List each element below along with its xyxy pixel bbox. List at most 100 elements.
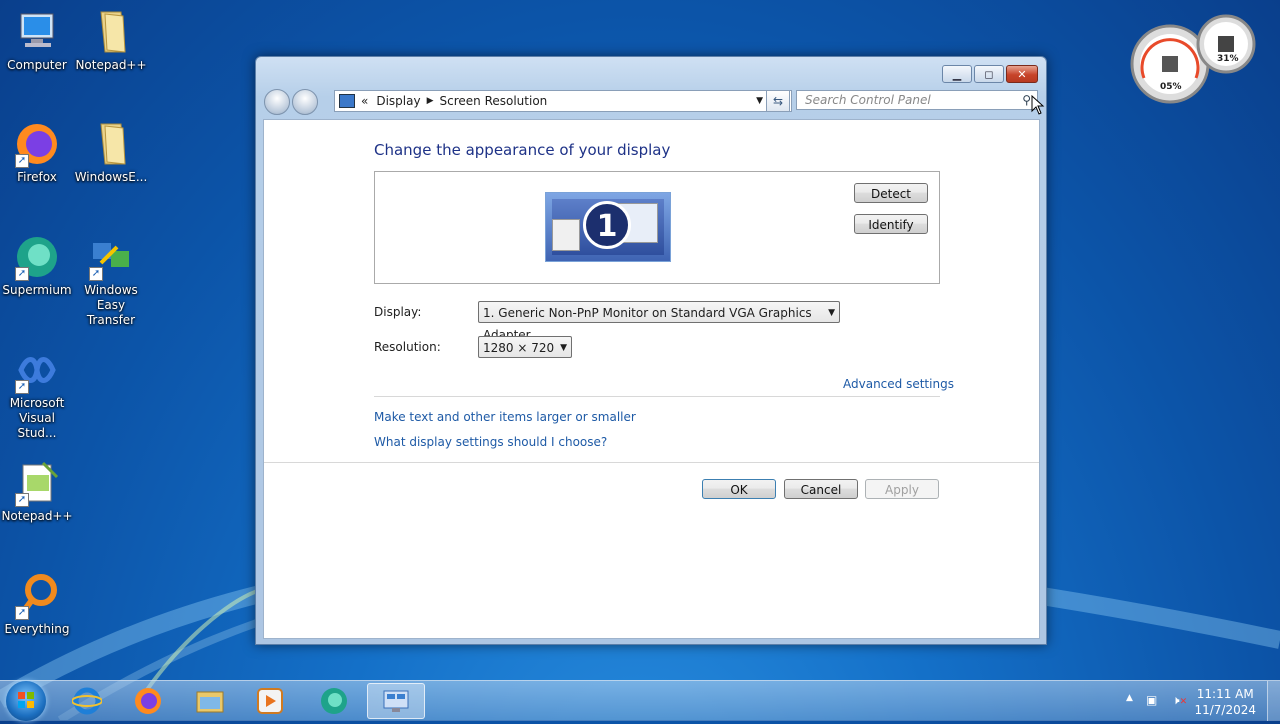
monitor-preview-area: 1 Detect Identify [374, 171, 940, 284]
everything-search-icon: ➚ [13, 572, 61, 620]
taskbar-control-panel[interactable] [367, 683, 425, 719]
desktop-icon-label: Notepad++ [75, 58, 147, 72]
maximize-icon: ◻ [984, 67, 994, 81]
start-button[interactable] [6, 681, 46, 721]
resolution-selected-value: 1280 × 720 [483, 341, 555, 355]
content-pane: Change the appearance of your display 1 … [263, 119, 1040, 639]
desktop-icon-supermium[interactable]: ➚ Supermium [0, 233, 74, 298]
cpu-usage-text: 05% [1160, 82, 1182, 92]
monitor-1-thumbnail[interactable]: 1 [545, 192, 671, 262]
desktop-icon-label: Notepad++ [1, 509, 73, 523]
shortcut-arrow-icon: ➚ [15, 154, 29, 168]
control-panel-icon [339, 94, 355, 108]
supermium-icon [321, 688, 347, 714]
taskbar-media-player[interactable] [241, 683, 299, 719]
navigation-bar: « Display ▶ Screen Resolution ▼ ⇆ Search… [262, 87, 1038, 115]
taskbar-firefox[interactable] [119, 683, 177, 719]
clock-date: 11/7/2024 [1194, 703, 1256, 717]
desktop-icon-label: Microsoft Visual Stud... [9, 396, 65, 440]
desktop-icon-label: Firefox [17, 170, 57, 184]
clock-time: 11:11 AM [1196, 687, 1254, 701]
minimize-icon: ▁ [952, 67, 962, 81]
screen-resolution-window[interactable]: ▁ ◻ ✕ « Display ▶ Screen Resolution ▼ ⇆ … [255, 56, 1047, 645]
resolution-label: Resolution: [374, 340, 441, 354]
maximize-button[interactable]: ◻ [974, 65, 1004, 83]
shortcut-arrow-icon: ➚ [15, 380, 29, 394]
search-placeholder: Search Control Panel [805, 93, 931, 107]
visual-studio-icon: ➚ [13, 346, 61, 394]
breadcrumb-overflow[interactable]: « [361, 94, 368, 108]
monitor-window-shape [552, 219, 580, 251]
refresh-button[interactable]: ⇆ [766, 90, 790, 112]
desktop-icon-windowse-folder[interactable]: WindowsE... [74, 120, 148, 185]
desktop-icon-computer[interactable]: Computer [0, 8, 74, 73]
desktop-icon-label: Supermium [2, 283, 72, 297]
text-size-link[interactable]: Make text and other items larger or smal… [374, 410, 636, 424]
supermium-icon: ➚ [13, 233, 61, 281]
taskbar-supermium[interactable] [305, 683, 363, 719]
dropdown-arrow-icon: ▼ [828, 308, 835, 318]
media-player-icon [257, 688, 283, 714]
computer-icon [13, 8, 61, 56]
forward-button[interactable] [292, 89, 318, 115]
show-hidden-icons-button[interactable]: ▲ [1126, 693, 1133, 703]
search-input[interactable]: Search Control Panel ⚲ [796, 90, 1038, 110]
firefox-icon [135, 688, 161, 714]
refresh-icon: ⇆ [772, 94, 784, 108]
taskbar-explorer[interactable] [181, 683, 239, 719]
shortcut-arrow-icon: ➚ [15, 493, 29, 507]
display-select[interactable]: 1. Generic Non-PnP Monitor on Standard V… [478, 301, 840, 342]
desktop-icon-notepadpp-folder[interactable]: Notepad++ [74, 8, 148, 73]
folder-icon [87, 120, 135, 168]
breadcrumb-arrow-icon: ▶ [426, 96, 434, 106]
desktop-icon-easy-transfer[interactable]: ➚ Windows Easy Transfer [74, 233, 148, 328]
display-settings-help-link[interactable]: What display settings should I choose? [374, 435, 607, 449]
desktop-icon-everything[interactable]: ➚ Everything [0, 572, 74, 637]
display-label: Display: [374, 305, 422, 319]
display-settings-icon [383, 690, 409, 712]
close-icon: ✕ [1017, 67, 1027, 81]
desktop-icon-notepadpp[interactable]: ➚ Notepad++ [0, 459, 74, 524]
minimize-button[interactable]: ▁ [942, 65, 972, 83]
mouse-cursor-icon [1031, 95, 1045, 115]
ok-button[interactable]: OK [702, 479, 776, 499]
button-bar-divider [264, 462, 1039, 463]
volume-muted-icon[interactable]: 🕨✕ [1172, 693, 1187, 708]
breadcrumb-screen-resolution[interactable]: Screen Resolution [440, 94, 548, 108]
shortcut-arrow-icon: ➚ [89, 267, 103, 281]
cancel-button[interactable]: Cancel [784, 479, 858, 499]
folder-icon [196, 691, 224, 713]
page-title: Change the appearance of your display [374, 141, 671, 159]
monitor-number: 1 [596, 209, 618, 244]
detect-button[interactable]: Detect [854, 183, 928, 203]
show-desktop-button[interactable] [1267, 681, 1280, 721]
resolution-select[interactable]: 1280 × 720 ▼ [478, 336, 572, 358]
monitor-number-badge: 1 [583, 201, 631, 249]
back-button[interactable] [264, 89, 290, 115]
advanced-settings-link[interactable]: Advanced settings [843, 377, 954, 391]
firefox-icon: ➚ [13, 120, 61, 168]
windows-logo-icon [18, 692, 34, 708]
notepadpp-icon: ➚ [13, 459, 61, 507]
breadcrumb-display[interactable]: Display [376, 94, 420, 108]
dropdown-arrow-icon: ▼ [560, 343, 567, 353]
address-dropdown-icon[interactable]: ▼ [756, 96, 763, 106]
easy-transfer-icon: ➚ [87, 233, 135, 281]
system-clock[interactable]: 11:11 AM 11/7/2024 [1194, 686, 1256, 718]
desktop-icon-label: Computer [7, 58, 67, 72]
desktop-icon-visual-studio[interactable]: ➚ Microsoft Visual Stud... [0, 346, 74, 441]
desktop-icon-label: WindowsE... [74, 170, 148, 184]
apply-button[interactable]: Apply [865, 479, 939, 499]
network-icon[interactable]: ▣ [1146, 693, 1157, 707]
internet-explorer-icon [72, 687, 102, 715]
shortcut-arrow-icon: ➚ [15, 267, 29, 281]
identify-button[interactable]: Identify [854, 214, 928, 234]
desktop-icon-label: Windows Easy Transfer [84, 283, 138, 327]
divider [374, 396, 940, 397]
desktop-icon-firefox[interactable]: ➚ Firefox [0, 120, 74, 185]
folder-icon [87, 8, 135, 56]
taskbar-internet-explorer[interactable] [58, 683, 116, 719]
cpu-meter-gadget[interactable]: 05% 31% [1130, 8, 1256, 104]
address-bar[interactable]: « Display ▶ Screen Resolution ▼ [334, 90, 792, 112]
close-button[interactable]: ✕ [1006, 65, 1038, 83]
